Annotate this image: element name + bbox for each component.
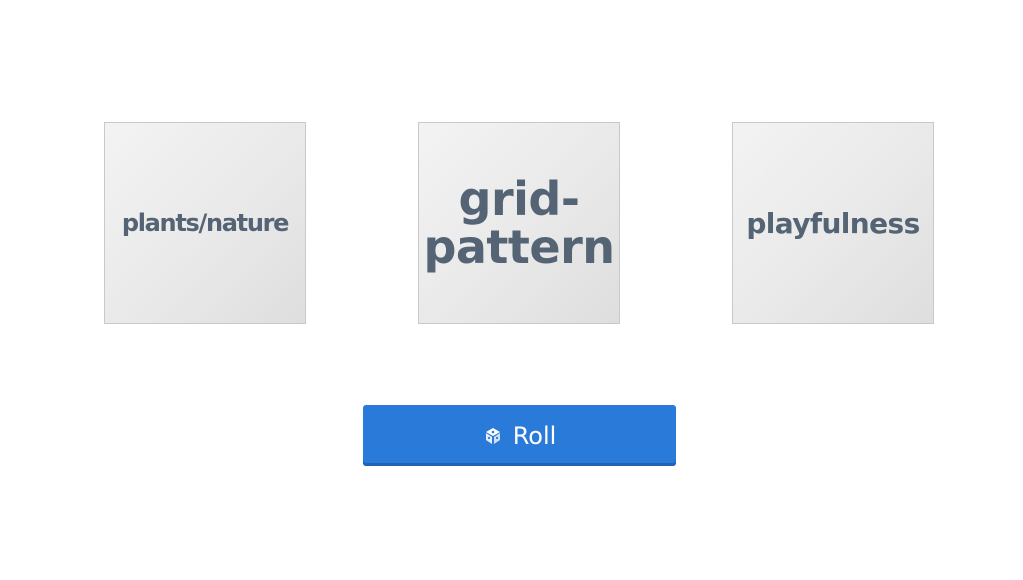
- prompt-card-label: plants/nature: [121, 209, 290, 237]
- app-stage: plants/nature grid-pattern playfulness R…: [0, 0, 1023, 580]
- prompt-card-label: grid-pattern: [423, 172, 615, 274]
- roll-button[interactable]: Roll: [363, 405, 676, 466]
- prompt-card-3: playfulness: [732, 122, 934, 324]
- prompt-card-label: playfulness: [746, 206, 920, 240]
- prompt-card-2: grid-pattern: [418, 122, 620, 324]
- roll-button-label: Roll: [512, 421, 557, 450]
- dice-icon: [483, 426, 503, 446]
- prompt-card-1: plants/nature: [104, 122, 306, 324]
